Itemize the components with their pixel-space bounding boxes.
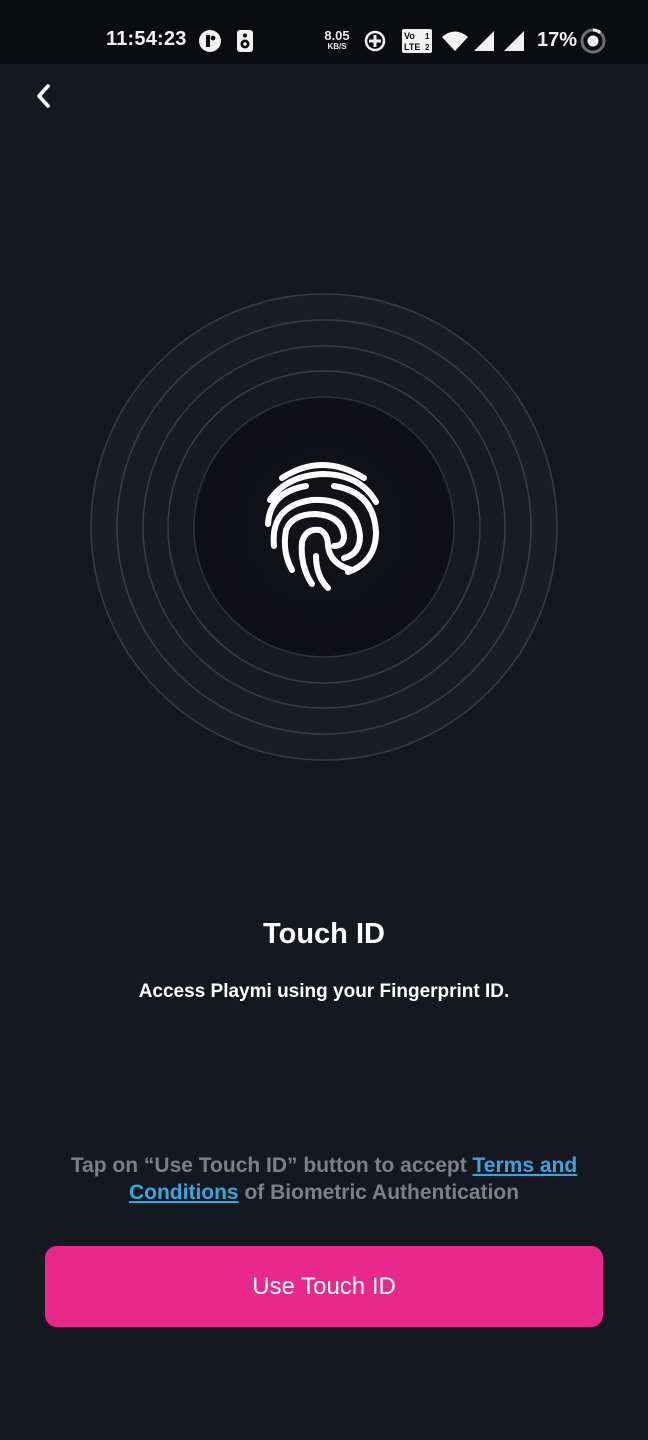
use-touch-id-button[interactable]: Use Touch ID [45,1246,603,1327]
battery-icon [580,28,606,59]
volte-icon: Vo 1 LTE 2 [401,28,433,59]
network-speed-unit: KB/S [327,42,347,51]
battery-percent: 17% [537,29,578,51]
page-title: Touch ID [263,918,385,950]
volte-label-top: Vo [404,31,415,41]
status-time: 11:54:23 [106,28,187,50]
wifi-icon [441,30,469,57]
page-subtitle: Access Playmi using your Fingerprint ID. [138,981,510,1002]
terms-notice: Tap on “Use Touch ID” button to accept T… [40,1152,608,1206]
data-saver-icon [364,30,386,57]
signal-icon [472,30,496,57]
terms-suffix: of Biometric Authentication [238,1181,520,1204]
profile-icon [198,29,222,58]
back-button[interactable] [24,78,64,118]
speaker-icon [236,29,254,58]
terms-prefix: Tap on “Use Touch ID” button to accept [70,1154,473,1177]
network-speed: 8.05 KB/S [322,29,352,51]
volte-sim1: 1 [425,32,430,41]
signal-icon [502,30,526,57]
volte-sim2: 2 [425,43,430,52]
fingerprint-hero [89,292,559,762]
ring-core [193,396,455,658]
chevron-left-icon [33,82,55,115]
volte-label-bottom: LTE [404,42,420,52]
status-bar: 11:54:23 8.05 KB/S Vo 1 LTE 2 17% [0,0,648,64]
network-speed-value: 8.05 [324,28,350,43]
